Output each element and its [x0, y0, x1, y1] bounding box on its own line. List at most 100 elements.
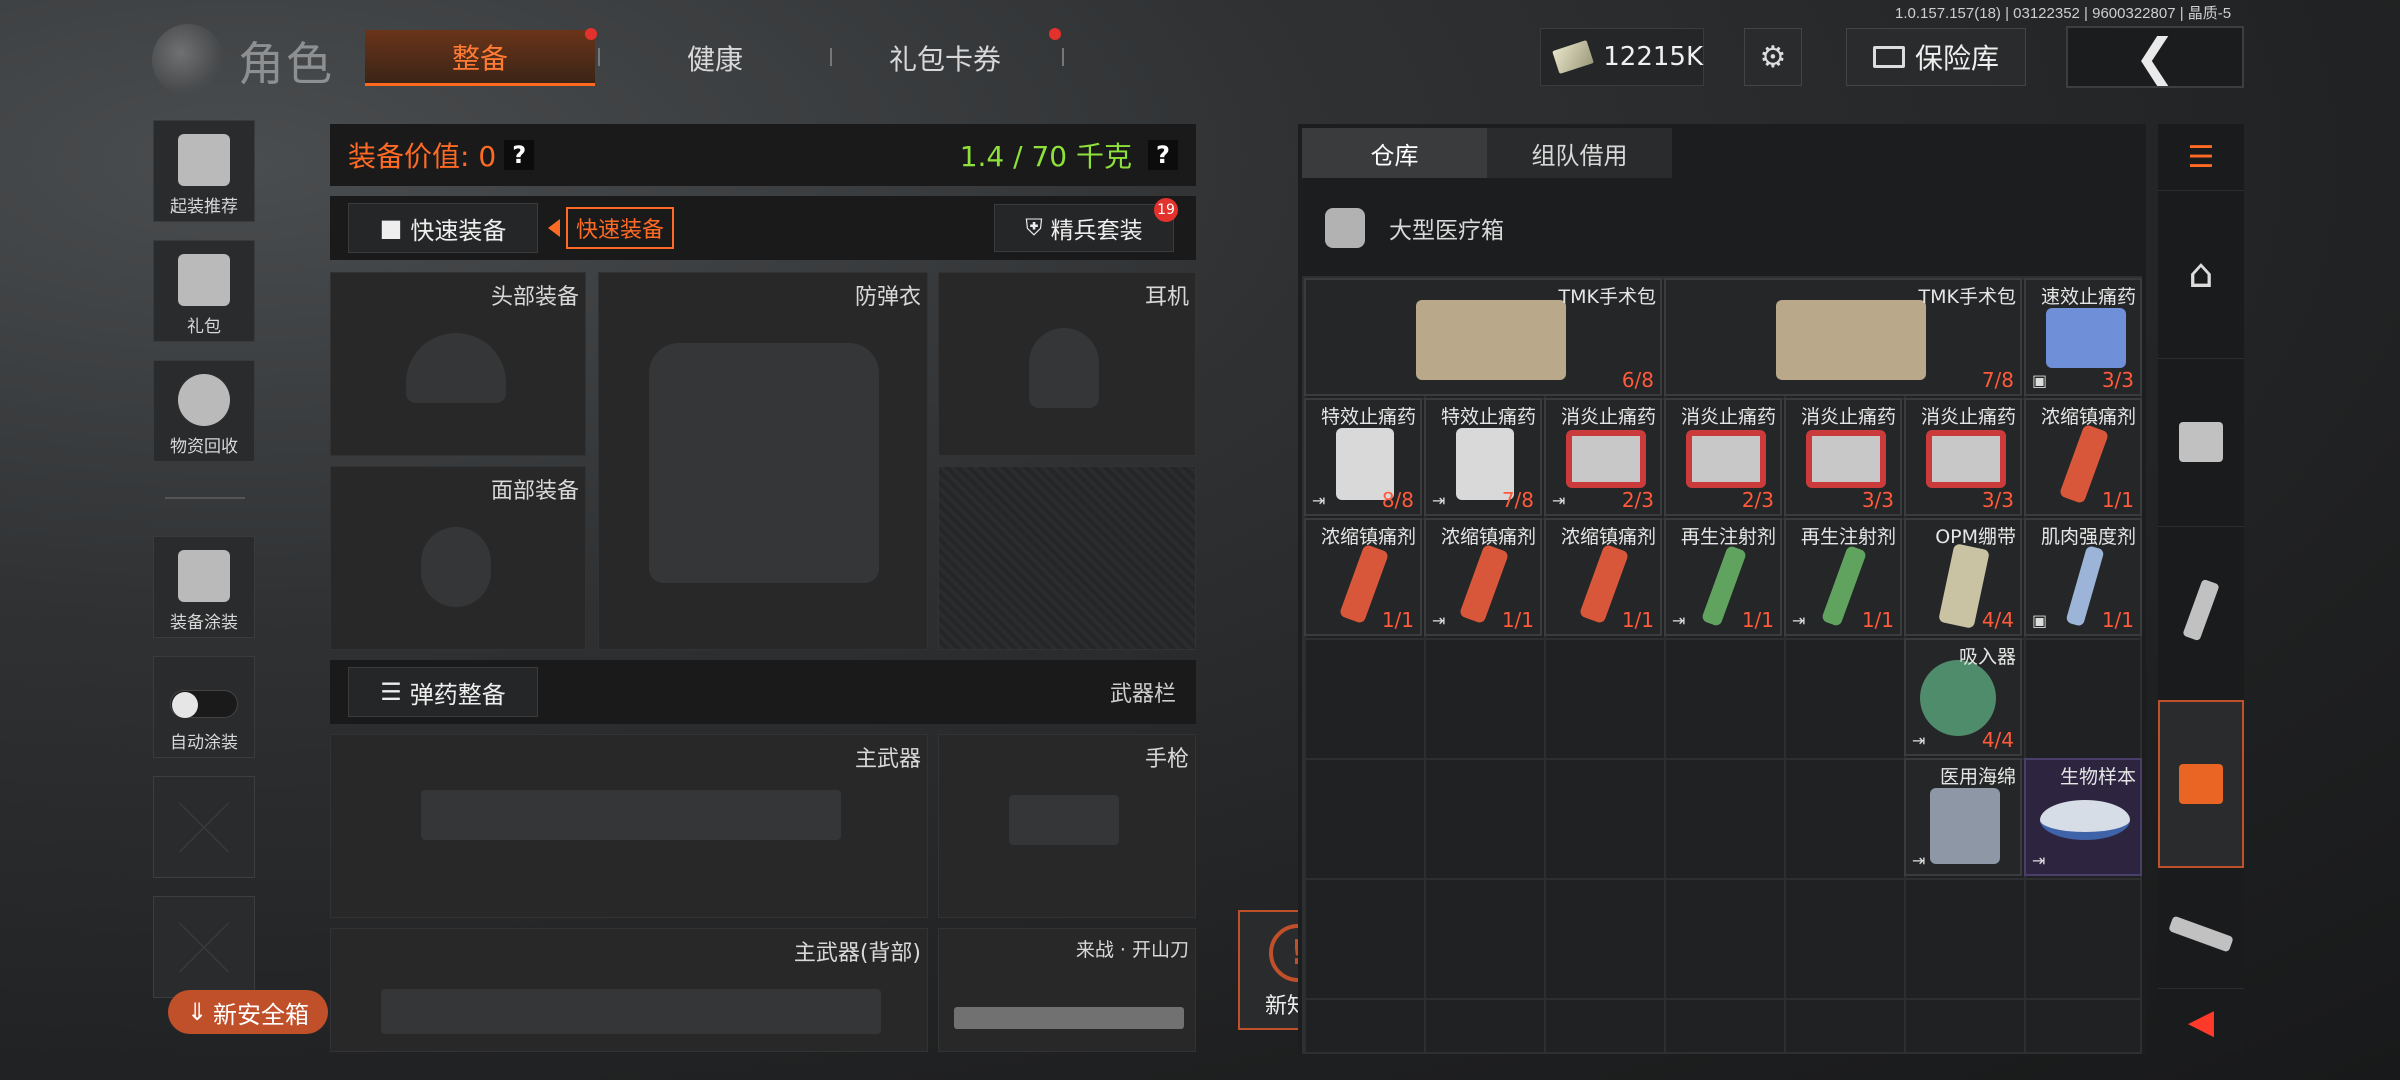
sidebar-item-gift[interactable]: 礼包 — [153, 240, 255, 342]
inventory-item[interactable]: 特效止痛药 ⇥ 7/8 — [1424, 398, 1542, 516]
rail-medkit[interactable] — [2158, 700, 2244, 868]
import-icon: ⇥ — [1912, 731, 1926, 750]
item-name: 速效止痛药 — [2040, 286, 2136, 308]
tab-health[interactable]: 健康 — [600, 30, 830, 86]
back-button[interactable]: ❮ — [2066, 26, 2244, 88]
quick-equip-button[interactable]: ■ 快速装备 — [348, 203, 538, 253]
slot-label: 防弹衣 — [854, 285, 921, 310]
item-name: 浓缩镇痛剂 — [1320, 526, 1416, 548]
tab-equip[interactable]: 整备 — [365, 30, 595, 86]
ammo-button[interactable]: ☰ 弹药整备 — [348, 667, 538, 717]
currency-display[interactable]: 12215K — [1540, 28, 1704, 86]
sidebar-item-label: 装备涂装 — [170, 613, 238, 633]
inventory-item[interactable]: TMK手术包 7/8 — [1664, 278, 2022, 396]
tab-label: 礼包卡券 — [888, 43, 1001, 76]
inventory-item[interactable]: 浓缩镇痛剂 1/1 — [1304, 518, 1422, 636]
help-icon[interactable]: ? — [504, 140, 535, 170]
inventory-item[interactable]: 特效止痛药 ⇥ 8/8 — [1304, 398, 1422, 516]
rail-rifle[interactable] — [2158, 880, 2244, 988]
toggle-knob — [172, 692, 198, 718]
item-name: 生物样本 — [2059, 766, 2136, 788]
notification-dot — [1049, 28, 1061, 40]
inventory-item[interactable]: 消炎止痛药 ⇥ 2/3 — [1544, 398, 1662, 516]
slot-head[interactable]: 头部装备 — [330, 272, 586, 456]
rail-magazine[interactable] — [2158, 526, 2244, 692]
sidebar-item-recommend[interactable]: 起装推荐 — [153, 120, 255, 222]
pill-icon — [2046, 308, 2126, 368]
item-count: 1/1 — [1621, 608, 1654, 632]
inventory-item[interactable]: 再生注射剂 ⇥ 1/1 — [1664, 518, 1782, 636]
syringe-icon — [1700, 544, 1748, 628]
import-icon: ⇥ — [1432, 611, 1446, 630]
item-name: 消炎止痛药 — [1680, 406, 1776, 428]
inventory-item[interactable]: 消炎止痛药 3/3 — [1784, 398, 1902, 516]
safe-vault-button[interactable]: 保险库 — [1846, 28, 2026, 86]
slot-melee[interactable]: 来战 · 开山刀 — [938, 928, 1196, 1052]
helmet-icon — [406, 333, 506, 403]
arrow-left-icon — [548, 219, 560, 237]
inventory-item[interactable]: 生物样本 ⇥ — [2024, 758, 2142, 876]
item-name: 特效止痛药 — [1440, 406, 1536, 428]
elite-suit-button[interactable]: ⛨ 精兵套装 — [994, 204, 1174, 252]
safe-box-icon — [2179, 421, 2223, 462]
locked-slot — [938, 466, 1196, 650]
rail-collapse[interactable]: ◀ — [2158, 988, 2244, 1054]
tab-team-borrow[interactable]: 组队借用 — [1487, 128, 1672, 178]
inventory-item[interactable]: 浓缩镇痛剂 1/1 — [2024, 398, 2142, 516]
rifle-icon — [381, 989, 881, 1034]
machete-icon — [954, 1007, 1184, 1029]
item-count: 1/1 — [1861, 608, 1894, 632]
sidebar-item-recycle[interactable]: 物资回收 — [153, 360, 255, 462]
inventory-item[interactable]: OPM绷带 4/4 — [1904, 518, 2022, 636]
quick-equip-tip: 快速装备 — [548, 207, 675, 249]
item-count: 3/3 — [2101, 368, 2134, 392]
inventory-item[interactable]: 消炎止痛药 2/3 — [1664, 398, 1782, 516]
import-icon: ⇥ — [1312, 491, 1326, 510]
item-count: 3/3 — [1861, 488, 1894, 512]
rail-home[interactable]: ⌂ — [2158, 190, 2244, 356]
item-count: 1/1 — [2101, 488, 2134, 512]
rail-safe-box[interactable] — [2158, 358, 2244, 524]
slot-pistol[interactable]: 手枪 — [938, 734, 1196, 918]
slot-primary-back[interactable]: 主武器(背部) — [330, 928, 928, 1052]
headset-icon — [1029, 328, 1099, 408]
slot-label: 面部装备 — [490, 479, 579, 504]
item-name: 消炎止痛药 — [1800, 406, 1896, 428]
slot-armor[interactable]: 防弹衣 — [598, 272, 928, 650]
page-title: 角色 — [238, 37, 334, 91]
inventory-item[interactable]: 消炎止痛药 3/3 — [1904, 398, 2022, 516]
import-icon: ⇥ — [2032, 851, 2046, 870]
slot-label: 手枪 — [1144, 747, 1189, 772]
inventory-item[interactable]: 肌肉强度剂 ▣ 1/1 — [2024, 518, 2142, 636]
elite-suit-label: 精兵套装 — [1050, 218, 1143, 244]
agent-button[interactable]: ⚙ — [1744, 28, 1802, 86]
new-safe-box-button[interactable]: ⇓ 新安全箱 — [168, 990, 328, 1034]
sidebar-item-paint[interactable]: 装备涂装 — [153, 536, 255, 638]
currency-amount: 12215K — [1603, 42, 1703, 72]
inventory-item[interactable]: 速效止痛药 ▣ 3/3 — [2024, 278, 2142, 396]
sample-dish-icon — [2040, 800, 2130, 840]
bag-icon — [1416, 300, 1566, 380]
slot-face[interactable]: 面部装备 — [330, 466, 586, 650]
inventory-item[interactable]: 浓缩镇痛剂 ⇥ 1/1 — [1424, 518, 1542, 636]
inventory-item[interactable]: 再生注射剂 ⇥ 1/1 — [1784, 518, 1902, 636]
sidebar-item-label: 物资回收 — [170, 437, 238, 457]
equipment-summary: 装备价值: 0 ? 1.4 / 70 千克 ? — [330, 124, 1196, 186]
quick-equip-label: 快速装备 — [410, 216, 507, 245]
inhaler-icon — [1920, 660, 1996, 736]
import-icon: ⇥ — [1672, 611, 1686, 630]
rail-menu[interactable]: ☰ — [2158, 124, 2244, 190]
ammo-icon: ☰ — [380, 678, 402, 706]
inventory-item[interactable]: 医用海绵 ⇥ — [1904, 758, 2022, 876]
inventory-item[interactable]: 浓缩镇痛剂 1/1 — [1544, 518, 1662, 636]
ammo-bar: ☰ 弹药整备 武器栏 — [330, 660, 1196, 724]
tab-gift-coupon[interactable]: 礼包卡券 — [830, 30, 1060, 86]
inventory-item[interactable]: 吸入器 ⇥ 4/4 — [1904, 638, 2022, 756]
import-icon: ⇥ — [1912, 851, 1926, 870]
help-icon[interactable]: ? — [1148, 140, 1178, 170]
slot-ear[interactable]: 耳机 — [938, 272, 1196, 456]
pill-icon — [1806, 430, 1886, 488]
tab-warehouse[interactable]: 仓库 — [1302, 128, 1487, 178]
slot-primary-weapon[interactable]: 主武器 — [330, 734, 928, 918]
inventory-item[interactable]: TMK手术包 6/8 — [1304, 278, 1662, 396]
